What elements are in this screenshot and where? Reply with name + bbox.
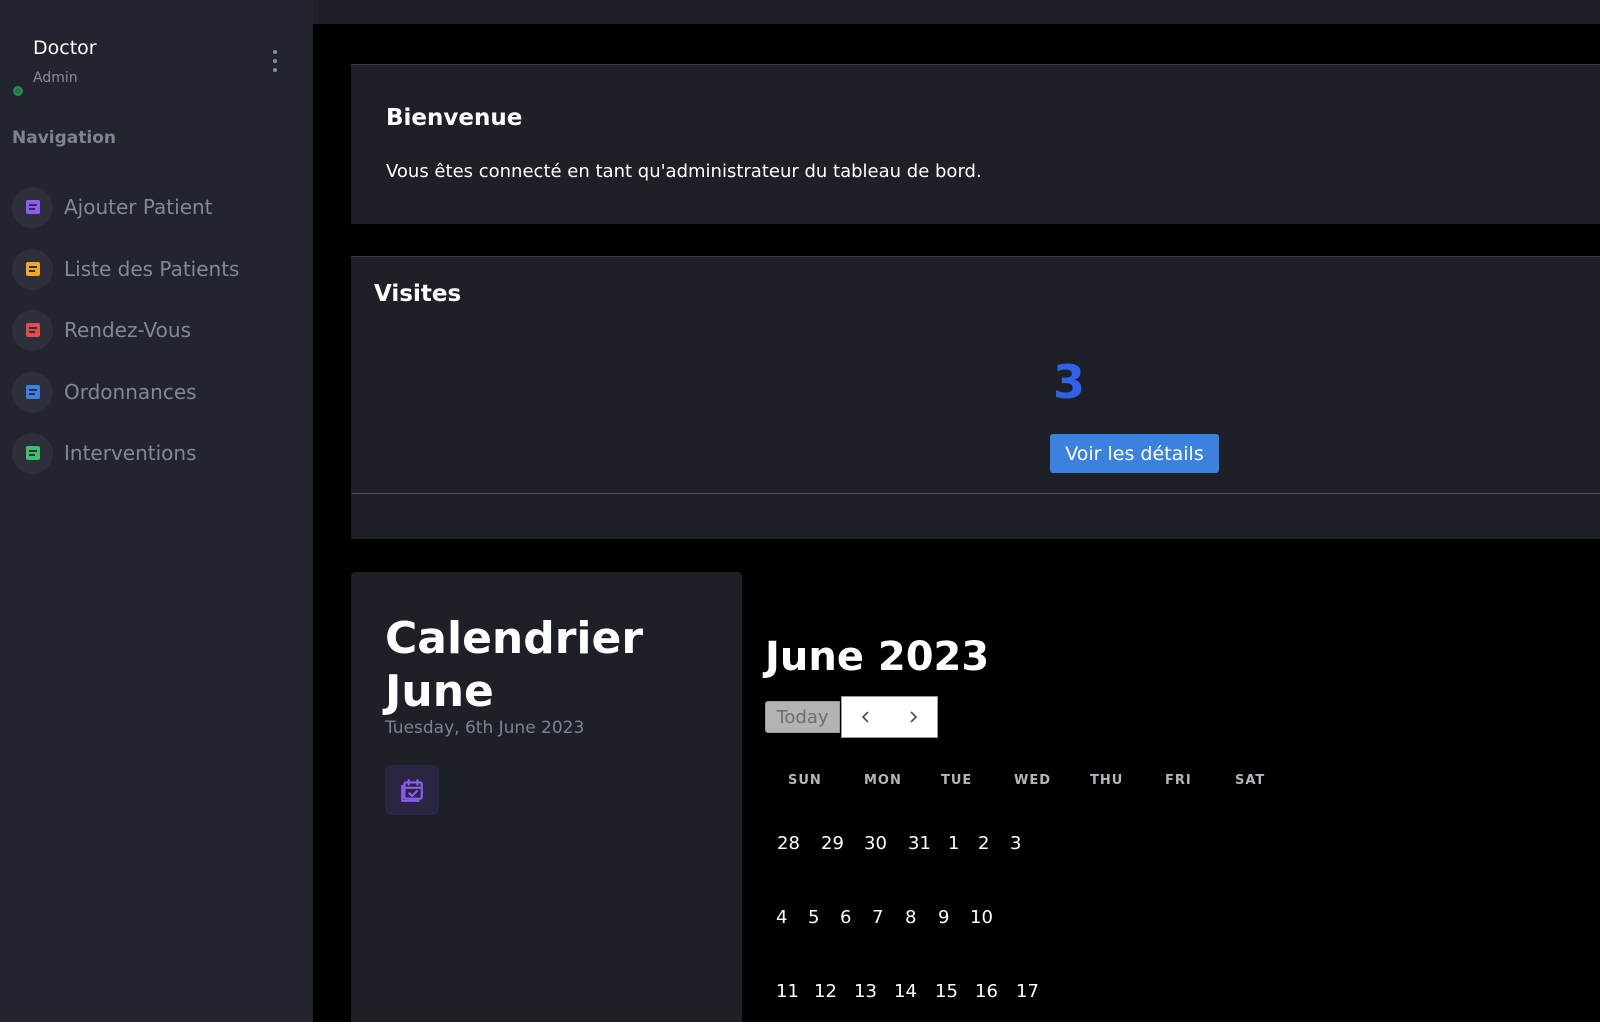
sidebar-item-liste-des-patients[interactable]: Liste des Patients bbox=[12, 248, 302, 290]
calendar-month-title: June 2023 bbox=[765, 634, 990, 680]
sidebar-item-label: Ordonnances bbox=[64, 380, 197, 404]
calendar-day[interactable]: 31 bbox=[908, 833, 931, 854]
sidebar-item-label: Liste des Patients bbox=[64, 257, 240, 281]
calendar-title: Calendrier bbox=[385, 613, 644, 664]
calendar-day[interactable]: 17 bbox=[1016, 981, 1039, 1002]
nav-heading: Navigation bbox=[12, 128, 116, 148]
calendar-summary-card: Calendrier June Tuesday, 6th June 2023 bbox=[351, 572, 742, 1022]
calendar-day[interactable]: 4 bbox=[776, 907, 787, 928]
calendar-day[interactable]: 29 bbox=[821, 833, 844, 854]
sidebar-item-label: Rendez-Vous bbox=[64, 318, 191, 342]
calendar-day[interactable]: 7 bbox=[872, 907, 883, 928]
visits-card: Visites 3 Voir les détails bbox=[351, 256, 1600, 539]
calendar-day[interactable]: 9 bbox=[938, 907, 949, 928]
calendar-day[interactable]: 10 bbox=[970, 907, 993, 928]
weekday-header: WED bbox=[1014, 773, 1052, 788]
weekday-header: THU bbox=[1090, 773, 1124, 788]
calendar-day[interactable]: 13 bbox=[854, 981, 877, 1002]
calendar-day[interactable]: 1 bbox=[948, 833, 959, 854]
visits-title: Visites bbox=[374, 281, 462, 307]
profile-role: Admin bbox=[33, 70, 78, 86]
view-details-button[interactable]: Voir les détails bbox=[1050, 434, 1219, 473]
sidebar: Doctor Admin Navigation Ajouter Patient … bbox=[0, 0, 313, 1022]
profile-name: Doctor bbox=[33, 37, 97, 59]
calendar-month: June bbox=[385, 666, 494, 717]
sidebar-item-label: Ajouter Patient bbox=[64, 195, 213, 219]
online-status-indicator bbox=[13, 86, 23, 96]
weekday-header: MON bbox=[864, 773, 902, 788]
weekday-header: SAT bbox=[1235, 773, 1266, 788]
welcome-message: Vous êtes connecté en tant qu'administra… bbox=[386, 161, 982, 182]
calendar-day[interactable]: 28 bbox=[777, 833, 800, 854]
sidebar-item-label: Interventions bbox=[64, 441, 197, 465]
document-icon bbox=[12, 186, 53, 228]
current-date: Tuesday, 6th June 2023 bbox=[385, 718, 585, 738]
welcome-title: Bienvenue bbox=[386, 105, 523, 131]
calendar-day[interactable]: 30 bbox=[864, 833, 887, 854]
calendar-day[interactable]: 12 bbox=[814, 981, 837, 1002]
more-options-icon[interactable] bbox=[268, 50, 282, 72]
calendar-day[interactable]: 5 bbox=[808, 907, 819, 928]
prev-month-button[interactable] bbox=[842, 697, 890, 737]
calendar-day[interactable]: 15 bbox=[935, 981, 958, 1002]
calendar-day[interactable]: 6 bbox=[840, 907, 851, 928]
document-icon bbox=[12, 432, 53, 474]
visits-count: 3 bbox=[1052, 355, 1085, 409]
calendar-day[interactable]: 2 bbox=[978, 833, 989, 854]
weekday-header: TUE bbox=[941, 773, 973, 788]
calendar-day[interactable]: 3 bbox=[1010, 833, 1021, 854]
calendar-day[interactable]: 11 bbox=[776, 981, 799, 1002]
calendar-heading: Calendrier June bbox=[385, 612, 643, 718]
calendar-day[interactable]: 16 bbox=[975, 981, 998, 1002]
next-month-button[interactable] bbox=[890, 697, 938, 737]
divider bbox=[351, 493, 1600, 494]
document-icon bbox=[12, 309, 53, 351]
sidebar-item-ordonnances[interactable]: Ordonnances bbox=[12, 371, 302, 413]
chevron-left-icon bbox=[861, 711, 869, 723]
calendar-day[interactable]: 14 bbox=[894, 981, 917, 1002]
weekday-header: SUN bbox=[788, 773, 822, 788]
calendar-check-icon[interactable] bbox=[385, 765, 439, 815]
sidebar-item-rendez-vous[interactable]: Rendez-Vous bbox=[12, 309, 302, 351]
calendar-day[interactable]: 8 bbox=[905, 907, 916, 928]
weekday-header: FRI bbox=[1165, 773, 1192, 788]
calendar-nav-group bbox=[841, 696, 938, 738]
chevron-right-icon bbox=[910, 711, 918, 723]
document-icon bbox=[12, 248, 53, 290]
welcome-card: Bienvenue Vous êtes connecté en tant qu'… bbox=[351, 64, 1600, 224]
sidebar-item-interventions[interactable]: Interventions bbox=[12, 432, 302, 474]
sidebar-item-ajouter-patient[interactable]: Ajouter Patient bbox=[12, 186, 302, 228]
document-icon bbox=[12, 371, 53, 413]
today-button[interactable]: Today bbox=[765, 701, 840, 733]
